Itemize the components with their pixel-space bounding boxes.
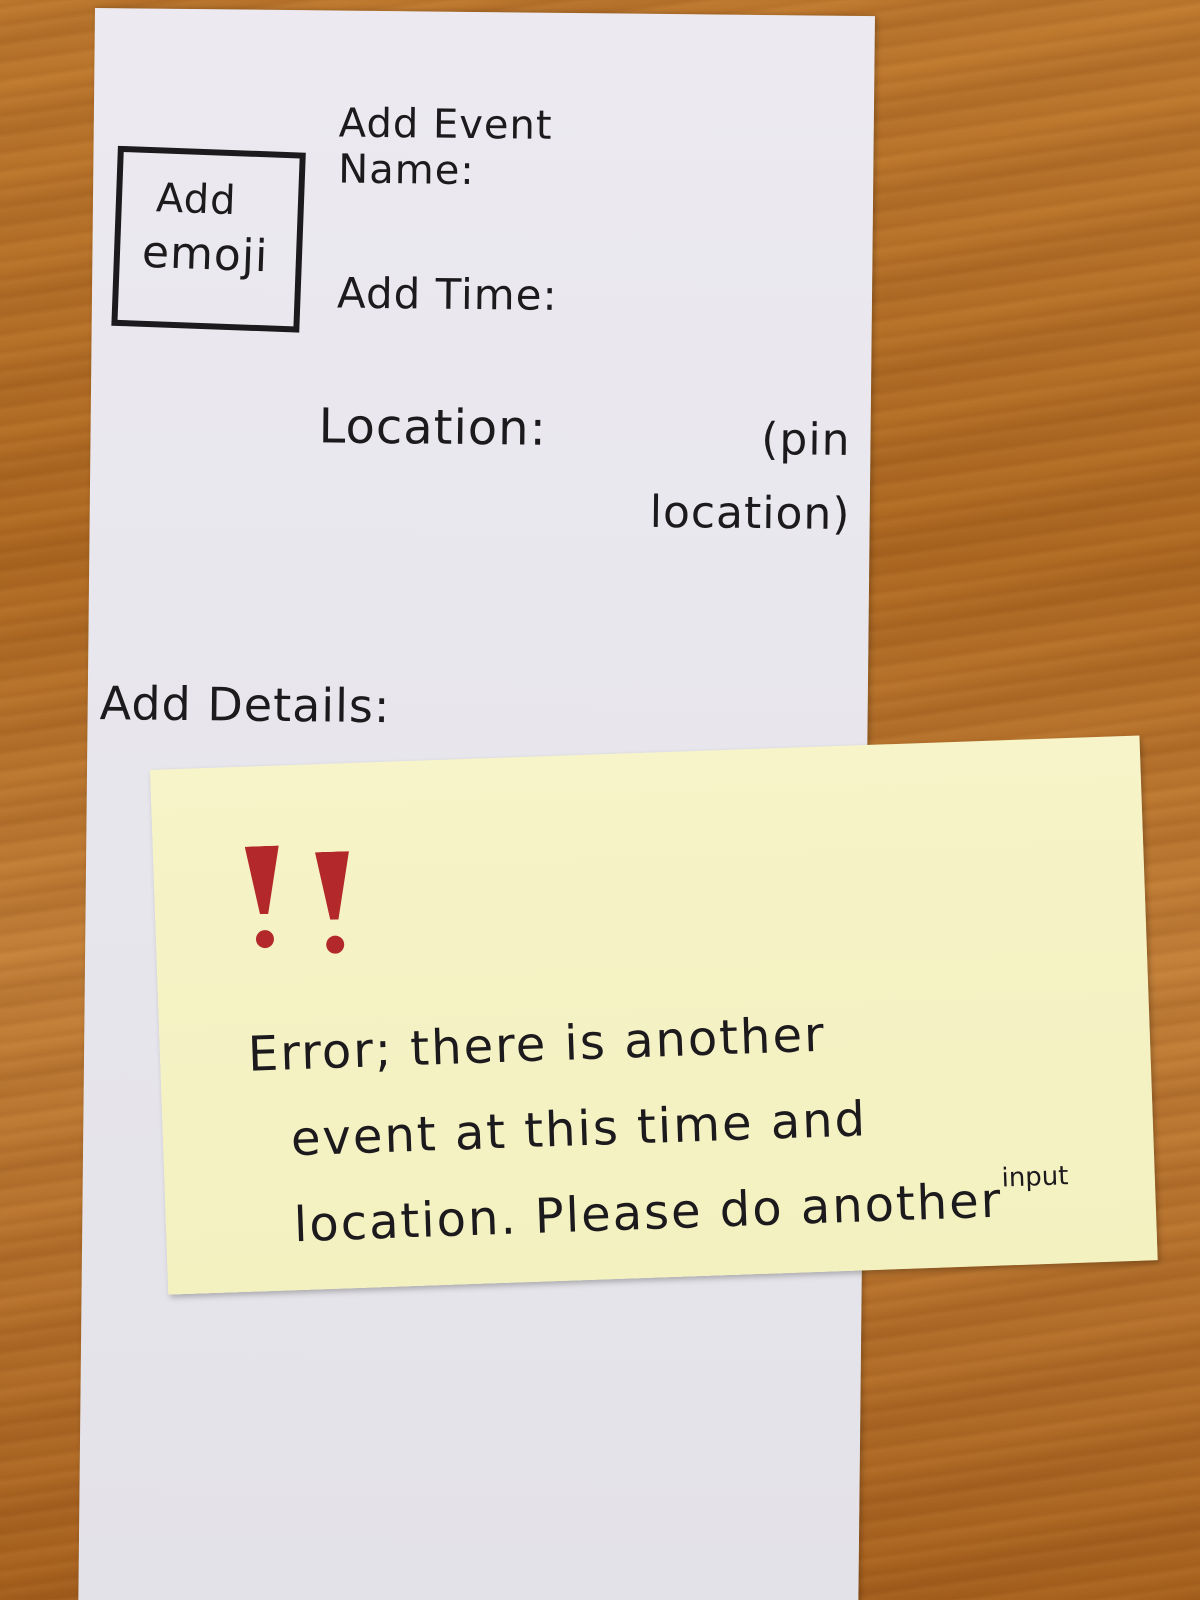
location-field[interactable]: Location: bbox=[318, 398, 547, 456]
exclamation-icon bbox=[245, 846, 283, 967]
location-pin-hint[interactable]: (pin location) bbox=[649, 402, 851, 552]
add-emoji-label-line2: emoji bbox=[141, 226, 270, 283]
error-message-line3-main: location. Please do another bbox=[292, 1172, 1004, 1254]
event-name-field[interactable]: Add Event Name: bbox=[338, 101, 659, 196]
exclamation-icon bbox=[315, 851, 353, 972]
error-sticky-note: Error; there is another event at this ti… bbox=[150, 735, 1158, 1295]
details-field[interactable]: Add Details: bbox=[99, 676, 390, 733]
add-emoji-button[interactable]: Add emoji bbox=[111, 145, 306, 333]
error-message-superscript: input bbox=[1001, 1161, 1069, 1194]
error-message: Error; there is another event at this ti… bbox=[246, 983, 1075, 1277]
time-field[interactable]: Add Time: bbox=[337, 269, 558, 320]
add-emoji-label-line1: Add bbox=[155, 175, 238, 225]
